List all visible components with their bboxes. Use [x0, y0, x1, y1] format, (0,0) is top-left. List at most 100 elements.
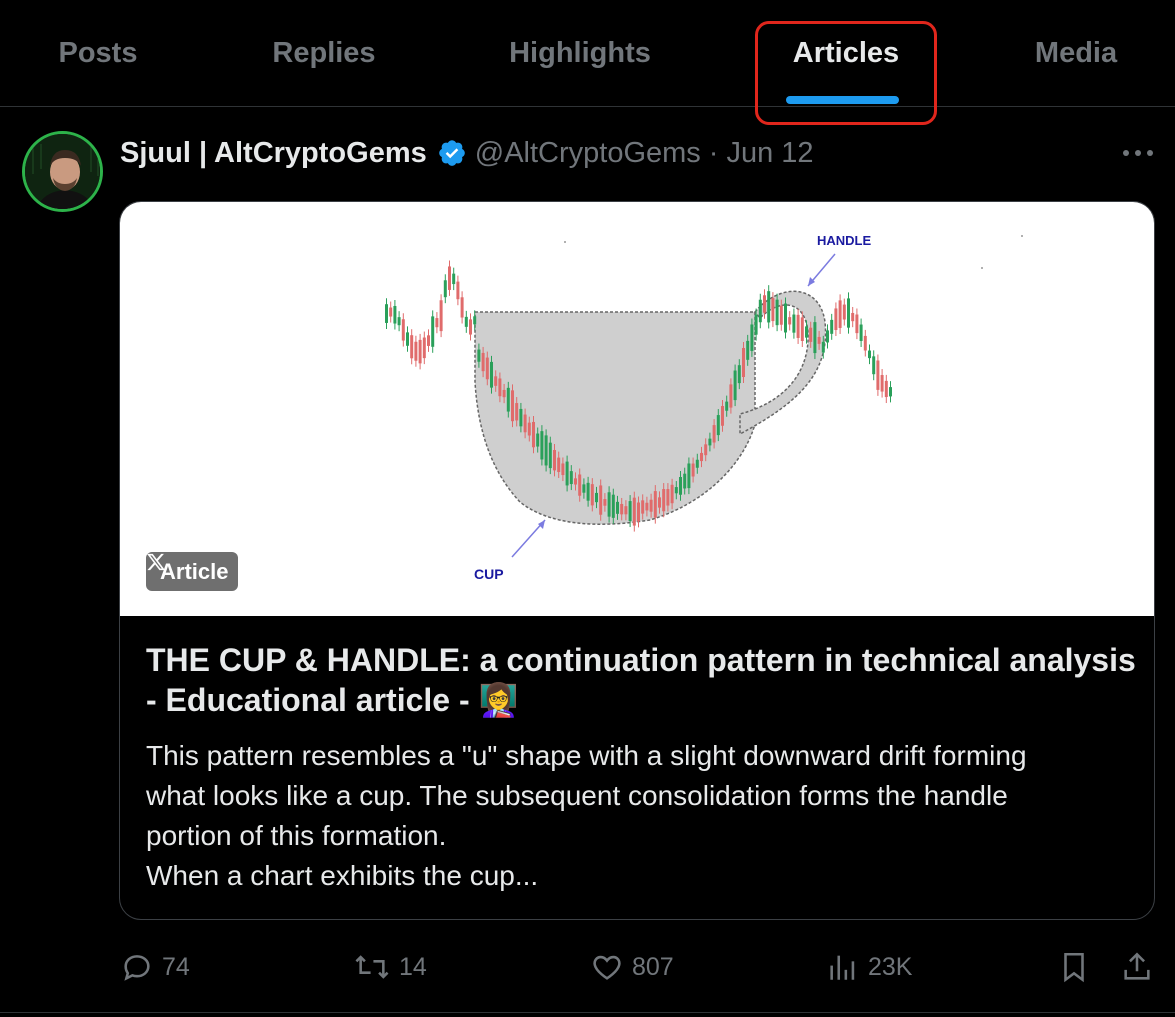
- repost-button[interactable]: 14: [353, 942, 427, 992]
- candle-body: [439, 300, 443, 332]
- candle-body: [473, 316, 477, 325]
- candle-body: [838, 300, 842, 328]
- candle-body: [880, 375, 884, 392]
- candle-body: [868, 350, 871, 359]
- candle-body: [649, 499, 653, 512]
- candle-body: [792, 314, 796, 333]
- article-title[interactable]: THE CUP & HANDLE: a continuation pattern…: [146, 640, 1136, 720]
- article-card[interactable]: HANDLE CUP Article THE CUP & HANDLE: a c…: [119, 201, 1155, 920]
- candle-body: [641, 500, 645, 514]
- candle-body: [851, 312, 855, 322]
- candle-body: [679, 477, 682, 495]
- article-description: This pattern resembles a "u" shape with …: [146, 736, 1141, 896]
- candle-body: [389, 307, 393, 317]
- description-line: When a chart exhibits the cup...: [146, 860, 539, 891]
- candle-body: [830, 319, 834, 334]
- candle-body: [595, 492, 598, 503]
- article-badge: Article: [146, 552, 239, 591]
- views-icon: [830, 955, 855, 980]
- candle-body: [784, 303, 787, 333]
- avatar[interactable]: [22, 131, 103, 212]
- candle-body: [817, 336, 821, 344]
- candle-body: [599, 485, 603, 515]
- candle-body: [775, 299, 779, 326]
- candle-body: [826, 330, 829, 343]
- candle-body: [523, 414, 527, 433]
- share-button[interactable]: [1120, 942, 1162, 992]
- candle-body: [469, 319, 472, 335]
- candle-body: [821, 341, 825, 353]
- reply-button[interactable]: 74: [120, 942, 190, 992]
- candle-body: [746, 340, 750, 360]
- annotation-highlight-box: [755, 21, 937, 125]
- tab-replies[interactable]: Replies: [226, 0, 422, 107]
- candle-body: [410, 335, 414, 359]
- reply-count: 74: [162, 952, 190, 981]
- tab-highlights[interactable]: Highlights: [470, 0, 690, 107]
- description-line: This pattern resembles a "u" shape with …: [146, 740, 1027, 771]
- article-cover-image: HANDLE CUP Article: [120, 202, 1154, 616]
- candle-body: [658, 497, 661, 508]
- candle-body: [712, 425, 716, 443]
- candle-body: [884, 380, 888, 398]
- candle-body: [687, 463, 691, 489]
- candle-body: [876, 360, 880, 390]
- like-button[interactable]: 807: [590, 942, 674, 992]
- candle-body: [754, 314, 758, 335]
- candle-body: [448, 266, 451, 290]
- candle-body: [511, 390, 514, 422]
- candle-body: [737, 365, 741, 384]
- candle-body: [515, 403, 519, 421]
- candle-body: [771, 298, 775, 322]
- candle-body: [704, 444, 708, 456]
- more-icon[interactable]: [1118, 140, 1158, 166]
- candle-body: [863, 335, 867, 351]
- candle-body: [805, 326, 808, 338]
- post-actions: 74 14 807 23K: [0, 942, 1175, 992]
- candle-body: [695, 459, 699, 468]
- bookmark-button[interactable]: [1057, 942, 1099, 992]
- repost-count: 14: [399, 952, 427, 981]
- candle-body: [557, 457, 561, 473]
- candle-body: [859, 324, 863, 341]
- views-button[interactable]: 23K: [826, 942, 912, 992]
- candle-body: [662, 489, 666, 512]
- candle-body: [532, 421, 535, 448]
- candle-body: [586, 482, 590, 501]
- like-count: 807: [632, 952, 674, 981]
- candle-body: [779, 305, 783, 325]
- candle-body: [653, 491, 657, 518]
- post-date[interactable]: Jun 12: [726, 137, 813, 170]
- candle-body: [750, 324, 754, 351]
- candle-body: [670, 484, 674, 504]
- candle-body: [628, 501, 632, 522]
- candle-body: [561, 463, 565, 476]
- candle-body: [397, 317, 401, 326]
- tab-media[interactable]: Media: [1000, 0, 1152, 107]
- candle-body: [796, 314, 800, 338]
- candle-body: [460, 297, 464, 318]
- candle-body: [809, 327, 813, 342]
- candle-body: [548, 442, 552, 469]
- candle-body: [393, 306, 397, 324]
- candle-body: [716, 415, 720, 436]
- author-handle[interactable]: @AltCryptoGems: [475, 137, 701, 170]
- author-name[interactable]: Sjuul | AltCryptoGems: [120, 137, 427, 170]
- candle-body: [708, 438, 712, 446]
- candle-body: [422, 337, 426, 359]
- candle-body: [872, 356, 876, 375]
- profile-tabs: Posts Replies Highlights Articles Media: [0, 0, 1175, 107]
- teacher-emoji: 👩‍🏫: [478, 681, 519, 719]
- post-divider: [0, 1012, 1175, 1013]
- candle-body: [553, 449, 556, 471]
- tab-posts[interactable]: Posts: [0, 0, 196, 107]
- candle-body: [502, 389, 506, 398]
- candle-body: [574, 478, 577, 485]
- candle-body: [721, 406, 724, 426]
- candle-body: [494, 376, 498, 386]
- article-badge-label: Article: [160, 558, 229, 584]
- candle-body: [813, 322, 817, 354]
- verified-badge-icon[interactable]: [437, 138, 467, 168]
- candle-body: [435, 318, 439, 328]
- candle-body: [725, 401, 729, 411]
